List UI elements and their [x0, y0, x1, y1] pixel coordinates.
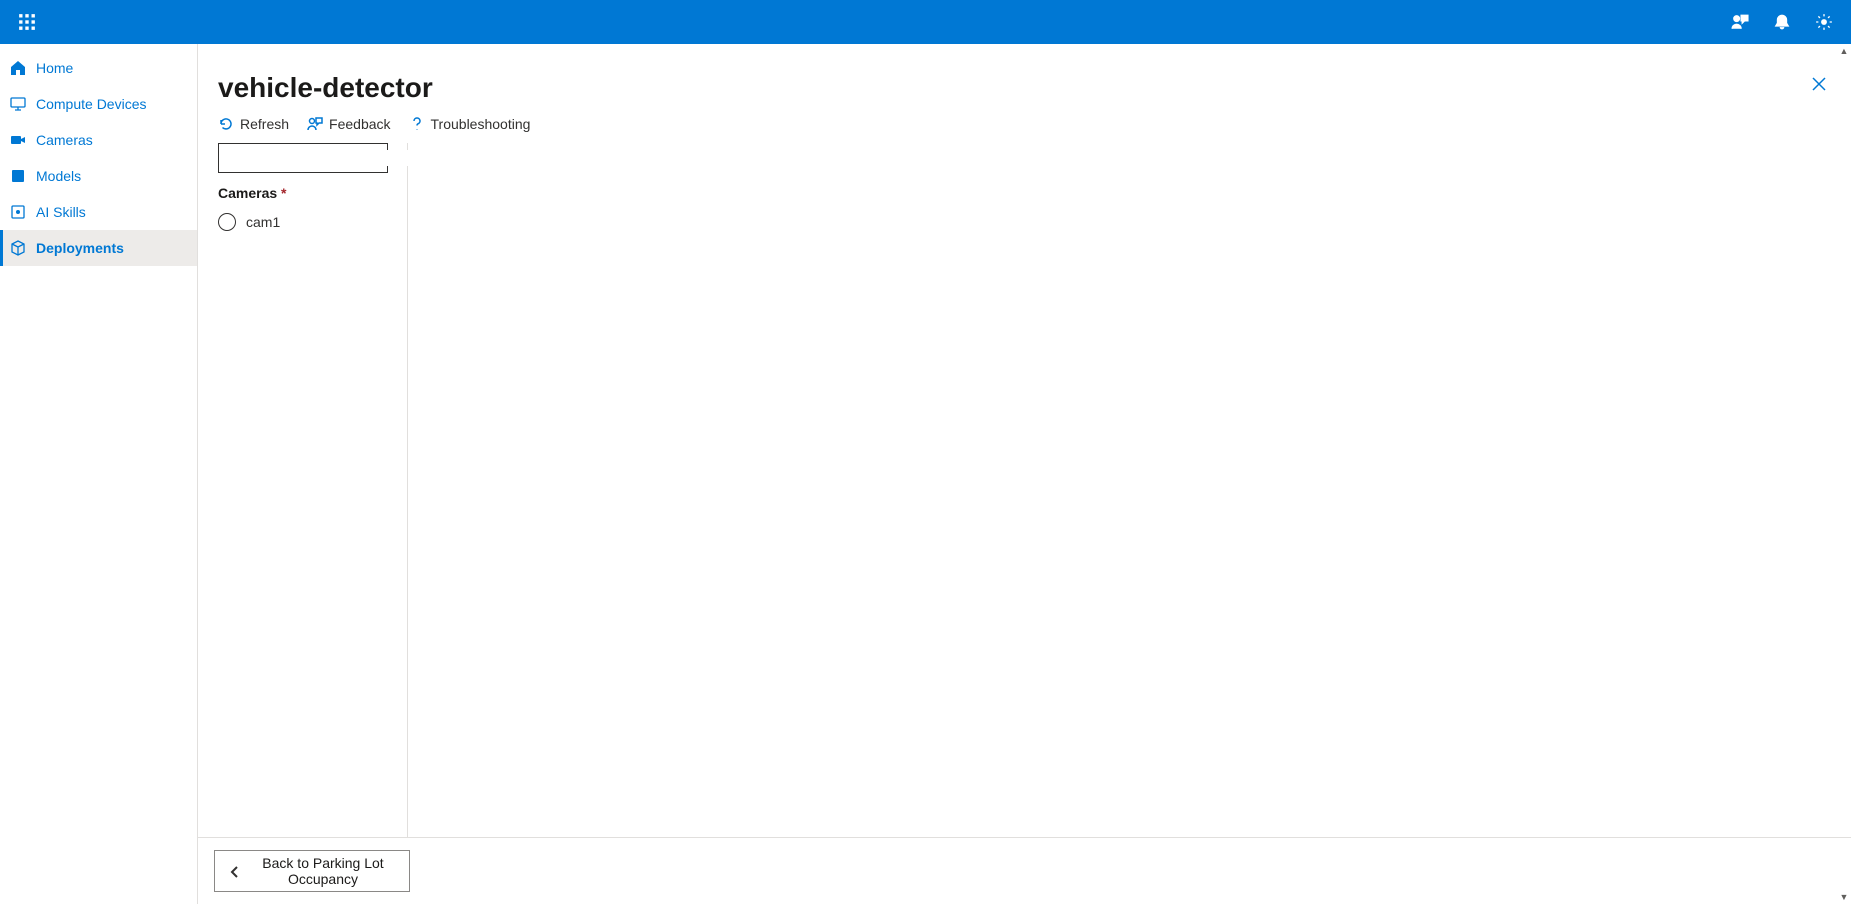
sidebar-item-label: Cameras	[36, 132, 93, 148]
refresh-button[interactable]: Refresh	[218, 116, 289, 132]
cameras-panel: Cameras * cam1	[198, 143, 408, 837]
compute-devices-icon	[10, 96, 26, 112]
main-content: vehicle-detector Refresh Feedback Troubl…	[198, 44, 1851, 904]
chevron-left-icon	[229, 865, 241, 877]
toolbar-label: Troubleshooting	[431, 116, 531, 132]
camera-option-cam1[interactable]: cam1	[218, 211, 387, 233]
toolbar-label: Refresh	[240, 116, 289, 132]
scroll-down-arrow[interactable]: ▼	[1837, 890, 1851, 904]
required-indicator: *	[281, 185, 286, 201]
feedback-icon	[307, 116, 323, 132]
help-icon	[409, 116, 425, 132]
refresh-icon	[218, 116, 234, 132]
sidebar: Home Compute Devices Cameras Models AI S…	[0, 44, 198, 904]
feedback-person-icon[interactable]	[1727, 9, 1753, 35]
cameras-section-label: Cameras *	[218, 185, 387, 201]
troubleshooting-button[interactable]: Troubleshooting	[409, 116, 531, 132]
toolbar-label: Feedback	[329, 116, 390, 132]
toolbar: Refresh Feedback Troubleshooting	[198, 110, 1851, 142]
sidebar-item-home[interactable]: Home	[0, 50, 197, 86]
sidebar-item-cameras[interactable]: Cameras	[0, 122, 197, 158]
sidebar-item-label: Models	[36, 168, 81, 184]
sidebar-item-label: Deployments	[36, 240, 124, 256]
sidebar-item-label: AI Skills	[36, 204, 86, 220]
deployments-icon	[10, 240, 26, 256]
sidebar-item-label: Home	[36, 60, 73, 76]
scroll-up-arrow[interactable]: ▲	[1837, 44, 1851, 58]
models-icon	[10, 168, 26, 184]
back-button-label: Back to Parking Lot Occupancy	[251, 855, 395, 887]
app-launcher-icon[interactable]	[14, 9, 40, 35]
camera-option-label: cam1	[246, 214, 280, 230]
settings-gear-icon[interactable]	[1811, 9, 1837, 35]
top-bar	[0, 0, 1851, 44]
detail-panel	[408, 143, 1851, 837]
feedback-button[interactable]: Feedback	[307, 116, 390, 132]
back-button[interactable]: Back to Parking Lot Occupancy	[214, 850, 410, 892]
sidebar-item-models[interactable]: Models	[0, 158, 197, 194]
sidebar-item-label: Compute Devices	[36, 96, 147, 112]
footer: Back to Parking Lot Occupancy	[198, 837, 1851, 904]
search-input[interactable]	[218, 143, 388, 173]
home-icon	[10, 60, 26, 76]
sidebar-item-deployments[interactable]: Deployments	[0, 230, 197, 266]
search-field[interactable]	[233, 150, 414, 166]
notifications-icon[interactable]	[1769, 9, 1795, 35]
sidebar-item-compute-devices[interactable]: Compute Devices	[0, 86, 197, 122]
radio-icon	[218, 213, 236, 231]
ai-skills-icon	[10, 204, 26, 220]
sidebar-item-ai-skills[interactable]: AI Skills	[0, 194, 197, 230]
page-title: vehicle-detector	[218, 72, 433, 104]
close-button[interactable]	[1807, 72, 1831, 101]
cameras-icon	[10, 132, 26, 148]
